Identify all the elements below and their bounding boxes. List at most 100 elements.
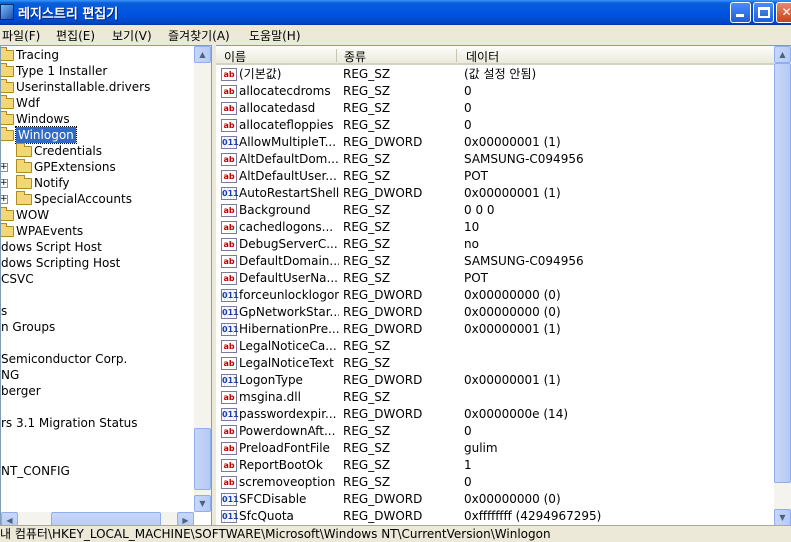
- folder-icon: [1, 95, 14, 109]
- value-row[interactable]: ab Background REG_SZ 0 0 0: [216, 202, 776, 219]
- values-list-pane[interactable]: 이름 종류 데이터 ab (기본값) REG_SZ (값 설정 안됨) ab alloca…: [216, 45, 791, 525]
- value-row[interactable]: ab PreloadFontFile REG_SZ gulim: [216, 440, 776, 457]
- value-data: 0: [464, 101, 472, 115]
- arrow-up-icon: ▲: [779, 50, 786, 59]
- string-value-icon: ab: [221, 68, 237, 81]
- value-name: forceunlocklogon: [239, 288, 339, 302]
- string-value-icon: ab: [221, 238, 237, 251]
- value-row[interactable]: ab (기본값) REG_SZ (값 설정 안됨): [216, 66, 776, 83]
- value-row[interactable]: 011 forceunlocklogon REG_DWORD 0x00000000 (…: [216, 287, 776, 304]
- tree-scroll-down-button[interactable]: ▼: [194, 495, 211, 512]
- value-row[interactable]: ab allocatecdroms REG_SZ 0: [216, 83, 776, 100]
- string-value-icon: ab: [221, 204, 237, 217]
- maximize-icon: [758, 7, 770, 18]
- value-name: SfcQuota: [239, 509, 294, 523]
- column-header-data[interactable]: 데이터: [466, 48, 499, 65]
- column-separator[interactable]: [456, 49, 457, 62]
- value-row[interactable]: 011 AllowMultipleT... REG_DWORD 0x00000001 …: [216, 134, 776, 151]
- list-vertical-scrollbar[interactable]: ▲ ▼: [774, 46, 791, 525]
- value-data: 0x0000000e (14): [464, 407, 569, 421]
- tree-scroll-thumb[interactable]: [194, 428, 211, 490]
- value-row[interactable]: ab AltDefaultUser... REG_SZ POT: [216, 168, 776, 185]
- value-type: REG_SZ: [343, 356, 391, 370]
- menu-favorites[interactable]: 즐겨찾기(A): [168, 27, 230, 44]
- value-row[interactable]: ab AltDefaultDom... REG_SZ SAMSUNG-C094956: [216, 151, 776, 168]
- value-row[interactable]: ab DefaultDomain... REG_SZ SAMSUNG-C094956: [216, 253, 776, 270]
- value-row[interactable]: 011 SfcQuota REG_DWORD 0xffffffff (42949672…: [216, 508, 776, 525]
- string-value-icon: ab: [221, 102, 237, 115]
- folder-icon: [1, 111, 14, 125]
- value-row[interactable]: 011 GpNetworkStar... REG_DWORD 0x00000000 (…: [216, 304, 776, 321]
- folder-icon: [1, 63, 14, 77]
- expand-icon[interactable]: +: [1, 179, 8, 188]
- string-value-icon: ab: [221, 119, 237, 132]
- value-data: POT: [464, 271, 489, 285]
- value-row[interactable]: ab LegalNoticeCa... REG_SZ: [216, 338, 776, 355]
- tree-vertical-scrollbar[interactable]: ▲ ▼: [194, 46, 211, 512]
- value-row[interactable]: 011 HibernationPre... REG_DWORD 0x00000001 …: [216, 321, 776, 338]
- value-type: REG_DWORD: [343, 492, 423, 506]
- value-name: HibernationPre...: [239, 322, 339, 336]
- value-row[interactable]: ab DefaultUserNa... REG_SZ POT: [216, 270, 776, 287]
- value-row[interactable]: ab ReportBootOk REG_SZ 1: [216, 457, 776, 474]
- value-name: DefaultUserNa...: [239, 271, 338, 285]
- value-name: AllowMultipleT...: [239, 135, 337, 149]
- value-data: 0x00000000 (0): [464, 288, 561, 302]
- value-name: SFCDisable: [239, 492, 307, 506]
- column-separator[interactable]: [336, 49, 337, 62]
- maximize-button[interactable]: [753, 2, 774, 23]
- string-value-icon: ab: [221, 425, 237, 438]
- list-scroll-down-button[interactable]: ▼: [774, 509, 791, 525]
- value-row[interactable]: ab DebugServerC... REG_SZ no: [216, 236, 776, 253]
- value-name: PreloadFontFile: [239, 441, 330, 455]
- tree-scroll-up-button[interactable]: ▲: [194, 46, 211, 63]
- value-row[interactable]: ab cachedlogons... REG_SZ 10: [216, 219, 776, 236]
- value-type: REG_SZ: [343, 203, 391, 217]
- value-data: 1: [464, 458, 472, 472]
- tree-item-label: Semiconductor Corp.: [1, 352, 128, 366]
- value-data: gulim: [464, 441, 498, 455]
- list-scroll-up-button[interactable]: ▲: [774, 46, 791, 63]
- value-name: AutoRestartShell: [239, 186, 339, 200]
- value-row[interactable]: ab LegalNoticeText REG_SZ: [216, 355, 776, 372]
- value-row[interactable]: ab PowerdownAft... REG_SZ 0: [216, 423, 776, 440]
- value-type: REG_SZ: [343, 220, 391, 234]
- value-data: 0: [464, 84, 472, 98]
- value-type: REG_SZ: [343, 67, 391, 81]
- value-name: msgina.dll: [239, 390, 301, 404]
- value-type: REG_SZ: [343, 118, 391, 132]
- value-type: REG_SZ: [343, 237, 391, 251]
- folder-icon: [1, 207, 14, 221]
- value-type: REG_SZ: [343, 152, 391, 166]
- tree-item-label: n Groups: [1, 320, 56, 334]
- menu-file[interactable]: 파일(F): [2, 27, 40, 44]
- tree-item-label: Userinstallable.drivers: [16, 80, 151, 94]
- value-row[interactable]: 011 SFCDisable REG_DWORD 0x00000000 (0): [216, 491, 776, 508]
- expand-icon[interactable]: +: [1, 195, 8, 204]
- column-header-name[interactable]: 이름: [224, 48, 246, 65]
- value-data: 10: [464, 220, 480, 234]
- list-scroll-thumb[interactable]: [774, 63, 791, 483]
- menu-help[interactable]: 도움말(H): [249, 27, 301, 44]
- value-row[interactable]: ab msgina.dll REG_SZ: [216, 389, 776, 406]
- value-data: 0x00000001 (1): [464, 186, 561, 200]
- tree-item-label: dows Scripting Host: [1, 256, 121, 270]
- minimize-button[interactable]: [730, 2, 751, 23]
- value-row[interactable]: ab allocatedasd REG_SZ 0: [216, 100, 776, 117]
- key-tree-pane[interactable]: Tracing Type 1 Installer Userinstallable.d…: [0, 45, 212, 530]
- close-button[interactable]: ✕: [776, 2, 791, 23]
- folder-open-icon: [1, 127, 14, 141]
- menu-view[interactable]: 보기(V): [112, 27, 152, 44]
- value-row[interactable]: 011 AutoRestartShell REG_DWORD 0x00000001 (…: [216, 185, 776, 202]
- value-row[interactable]: ab scremoveoption REG_SZ 0: [216, 474, 776, 491]
- value-name: AltDefaultDom...: [239, 152, 339, 166]
- expand-icon[interactable]: +: [1, 163, 8, 172]
- column-header-type[interactable]: 종류: [344, 48, 366, 65]
- value-row[interactable]: 011 passwordexpir... REG_DWORD 0x0000000e (…: [216, 406, 776, 423]
- value-type: REG_SZ: [343, 390, 391, 404]
- menu-edit[interactable]: 편집(E): [56, 27, 95, 44]
- string-value-icon: ab: [221, 221, 237, 234]
- value-row[interactable]: 011 LogonType REG_DWORD 0x00000001 (1): [216, 372, 776, 389]
- title-bar[interactable]: 레지스트리 편집기 ✕: [0, 0, 791, 25]
- value-row[interactable]: ab allocatefloppies REG_SZ 0: [216, 117, 776, 134]
